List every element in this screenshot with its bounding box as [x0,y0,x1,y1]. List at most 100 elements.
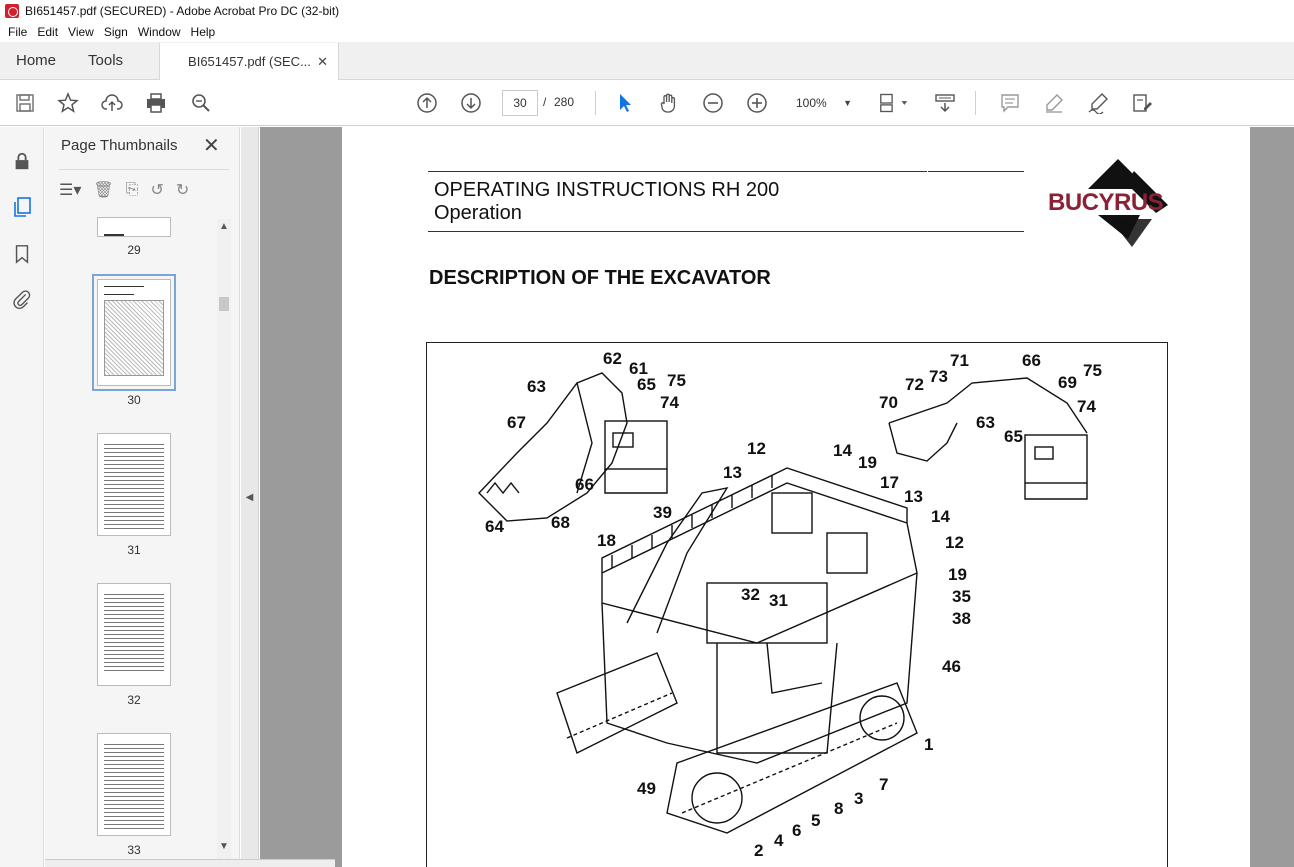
callout-label: 72 [905,375,924,394]
callout-label: 5 [811,811,821,830]
page-thumbnails-icon[interactable] [10,195,34,219]
chevron-down-icon: ▼ [843,98,852,108]
callout-label: 1 [924,735,934,754]
callout-label: 64 [485,517,504,536]
menu-help[interactable]: Help [186,25,221,39]
thumbnail-panel: Page Thumbnails ✕ ☰▾ 🗑 ⎘ ↺ ↻ 29 30 31 32 [45,127,240,867]
menu-bar: File Edit View Sign Window Help [0,22,1294,42]
callout-label: 69 [1058,373,1077,392]
callout-label: 71 [950,351,969,370]
tab-document[interactable]: BI651457.pdf (SEC... ✕ [159,43,340,80]
panel-collapse-handle[interactable]: ◀ [241,127,259,867]
excavator-drawing [478,372,1088,834]
callout-label: 14 [833,441,852,460]
menu-view[interactable]: View [63,25,99,39]
edit-form-icon[interactable] [1130,91,1154,115]
document-subtitle: Operation [434,202,522,224]
callout-label: 12 [945,533,964,552]
upload-cloud-icon[interactable] [100,91,124,115]
callout-label: 18 [597,531,616,550]
page-down-icon[interactable] [459,91,483,115]
sign-pen-icon[interactable] [1086,91,1110,115]
callout-label: 31 [769,591,788,610]
callout-label: 74 [660,393,679,412]
callout-label: 63 [976,413,995,432]
page-up-icon[interactable] [415,91,439,115]
hand-tool-icon[interactable] [657,91,681,115]
brand-name: BUCYRUS [1048,189,1164,216]
thumbnail-label: 29 [127,243,141,257]
callout-label: 75 [667,371,686,390]
zoom-in-icon[interactable] [745,91,769,115]
thumbnail-options-icon[interactable]: ☰▾ [59,180,81,200]
callout-label: 35 [952,587,971,606]
callout-label: 70 [879,393,898,412]
thumbnail-page[interactable] [97,433,171,536]
menu-sign[interactable]: Sign [99,25,133,39]
callout-label: 65 [1004,427,1023,446]
thumb-footer-line [104,234,124,236]
callout-label: 14 [931,507,950,526]
bucyrus-logo: BUCYRUS [1048,157,1192,247]
thumbnail-page[interactable] [97,583,171,686]
save-icon[interactable] [13,91,37,115]
callout-label: 38 [952,609,971,628]
callout-label: 13 [904,487,923,506]
bookmark-star-icon[interactable] [56,91,80,115]
tab-home[interactable]: Home [0,42,72,79]
thumbnail-page[interactable] [97,733,171,836]
callout-label: 32 [741,585,760,604]
scroll-up-icon[interactable]: ▲ [217,221,231,235]
callout-label: 73 [929,367,948,386]
callout-label: 17 [880,473,899,492]
select-cursor-icon[interactable] [613,91,637,115]
menu-window[interactable]: Window [133,25,186,39]
tab-bar: Home Tools BI651457.pdf (SEC... ✕ [0,42,1294,80]
page-fit-icon[interactable] [876,91,912,115]
thumbnail-list: 29 30 31 32 33 [45,217,220,857]
callout-label: 67 [507,413,526,432]
thumbnail-label: 30 [127,393,141,407]
scroll-thumb[interactable] [219,297,229,311]
trash-icon[interactable]: 🗑 [93,180,113,200]
tab-close-icon[interactable]: ✕ [317,54,328,70]
bookmark-icon[interactable] [10,242,34,266]
lock-icon[interactable] [10,149,34,173]
print-icon[interactable] [144,91,168,115]
highlighter-icon[interactable] [1042,91,1066,115]
rotate-right-icon[interactable]: ↻ [176,180,189,200]
thumbnail-page[interactable] [97,217,171,237]
callout-label: 6 [792,821,802,840]
thumbnail-label: 32 [127,693,141,707]
scroll-down-icon[interactable]: ▼ [217,841,231,855]
attachment-icon[interactable] [10,287,34,311]
thumbnail-scrollbar[interactable]: ▲ ▼ [217,219,231,859]
callout-label: 19 [858,453,877,472]
thumb-header-line [104,286,144,287]
zoom-dropdown[interactable]: 100% ▼ [788,90,860,116]
thumb-text [104,444,164,530]
comment-icon[interactable] [998,91,1022,115]
search-zoom-icon[interactable] [189,91,213,115]
toolbar-divider [975,91,976,115]
acrobat-icon [5,4,19,18]
callout-label: 66 [1022,351,1041,370]
extract-icon[interactable]: ⎘ [126,181,139,199]
callout-label: 4 [774,831,784,850]
document-view[interactable]: OPERATING INSTRUCTIONS RH 200 Operation … [260,127,1294,867]
thumbnail-page[interactable] [92,274,176,391]
scroll-mode-icon[interactable] [933,91,957,115]
callout-label: 8 [834,799,844,818]
menu-file[interactable]: File [3,25,32,39]
callout-label: 68 [551,513,570,532]
section-heading: DESCRIPTION OF THE EXCAVATOR [429,267,771,289]
toolbar-divider [595,91,596,115]
callout-label: 13 [723,463,742,482]
tab-document-label: BI651457.pdf (SEC... [188,54,311,69]
tab-tools[interactable]: Tools [72,42,139,79]
page-number-input[interactable]: 30 [502,90,538,116]
panel-close-icon[interactable]: ✕ [203,133,220,158]
zoom-out-icon[interactable] [701,91,725,115]
menu-edit[interactable]: Edit [32,25,63,39]
rotate-left-icon[interactable]: ↺ [151,180,164,200]
